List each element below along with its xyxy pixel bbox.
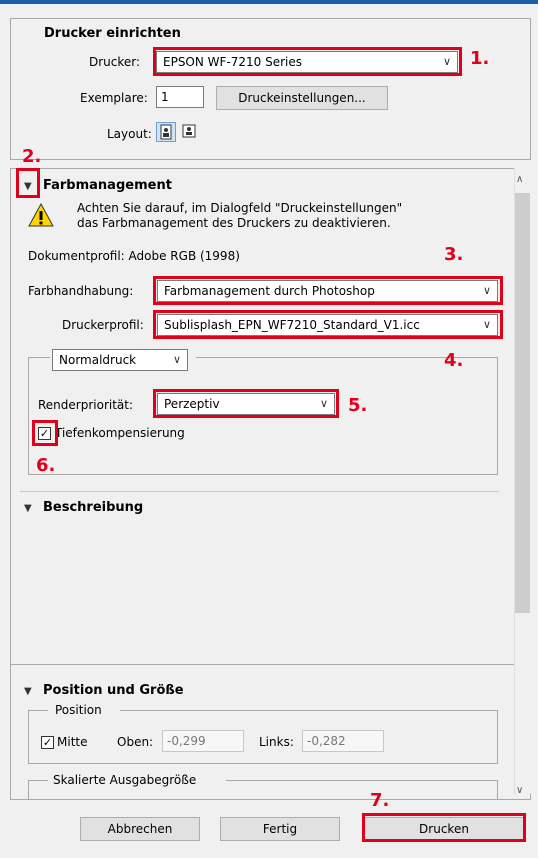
done-button[interactable]: Fertig — [220, 817, 340, 841]
position-group-line-left — [28, 710, 48, 711]
window-top-border — [0, 0, 538, 4]
collapse-triangle-icon[interactable]: ▼ — [24, 686, 32, 697]
printer-setup-title: Drucker einrichten — [44, 26, 181, 41]
printer-label: Drucker: — [89, 55, 141, 69]
left-label: Links: — [259, 735, 294, 749]
annotation-box-print-button — [362, 813, 526, 842]
step-label-2: 2. — [22, 146, 42, 167]
annotation-box-depth-compensation — [32, 420, 58, 446]
color-management-title: Farbmanagement — [43, 178, 172, 193]
step-label-6: 6. — [36, 455, 56, 476]
collapse-triangle-icon[interactable]: ▼ — [24, 503, 32, 514]
top-label: Oben: — [117, 735, 154, 749]
warning-text-line2: das Farbmanagement des Druckers zu deakt… — [77, 216, 391, 230]
annotation-box-printer-profile — [153, 310, 503, 339]
print-mode-value: Normaldruck — [59, 353, 137, 367]
render-priority-label: Renderpriorität: — [38, 398, 134, 412]
scaled-group-border — [28, 780, 498, 800]
annotation-box-triangle — [16, 168, 40, 198]
color-handling-label: Farbhandhabung: — [28, 284, 134, 298]
printer-profile-label: Druckerprofil: — [62, 318, 144, 332]
document-profile: Dokumentprofil: Adobe RGB (1998) — [28, 249, 240, 263]
position-group-line-right — [120, 710, 498, 711]
step-label-3: 3. — [444, 244, 464, 265]
position-size-title: Position und Größe — [43, 683, 184, 698]
annotation-box-color-handling — [153, 276, 503, 305]
center-checkbox[interactable]: ✓ — [41, 736, 54, 749]
cancel-button[interactable]: Abbrechen — [80, 817, 200, 841]
description-divider — [20, 491, 499, 492]
depth-compensation-label: Tiefenkompensierung — [55, 426, 185, 440]
annotation-box-printer — [153, 47, 462, 76]
print-mode-group-line-left — [28, 357, 50, 358]
landscape-layout-icon[interactable] — [180, 122, 200, 142]
chevron-down-icon: ∨ — [172, 353, 181, 366]
scroll-up-icon[interactable]: ∧ — [516, 174, 523, 185]
scrollbar-thumb[interactable] — [515, 193, 530, 613]
copies-label: Exemplare: — [80, 91, 148, 105]
top-input[interactable]: -0,299 — [162, 730, 244, 752]
step-label-7: 7. — [370, 790, 390, 811]
step-label-5: 5. — [348, 395, 368, 416]
warning-text-line1: Achten Sie darauf, im Dialogfeld "Drucke… — [77, 201, 403, 215]
print-settings-button[interactable]: Druckeinstellungen... — [216, 86, 388, 110]
position-size-divider — [11, 664, 514, 665]
layout-label: Layout: — [107, 127, 152, 141]
print-mode-select[interactable]: Normaldruck ∨ — [52, 349, 188, 371]
copies-input[interactable]: 1 — [156, 86, 204, 108]
annotation-box-render-priority — [153, 389, 339, 418]
warning-icon — [28, 202, 54, 230]
description-title: Beschreibung — [43, 500, 144, 515]
left-input[interactable]: -0,282 — [302, 730, 384, 752]
portrait-layout-icon[interactable] — [156, 122, 176, 142]
position-group-label: Position — [55, 703, 102, 717]
center-label: Mitte — [57, 735, 88, 749]
scroll-down-icon[interactable]: ∨ — [516, 785, 523, 796]
step-label-4: 4. — [444, 350, 464, 371]
step-label-1: 1. — [470, 48, 490, 69]
